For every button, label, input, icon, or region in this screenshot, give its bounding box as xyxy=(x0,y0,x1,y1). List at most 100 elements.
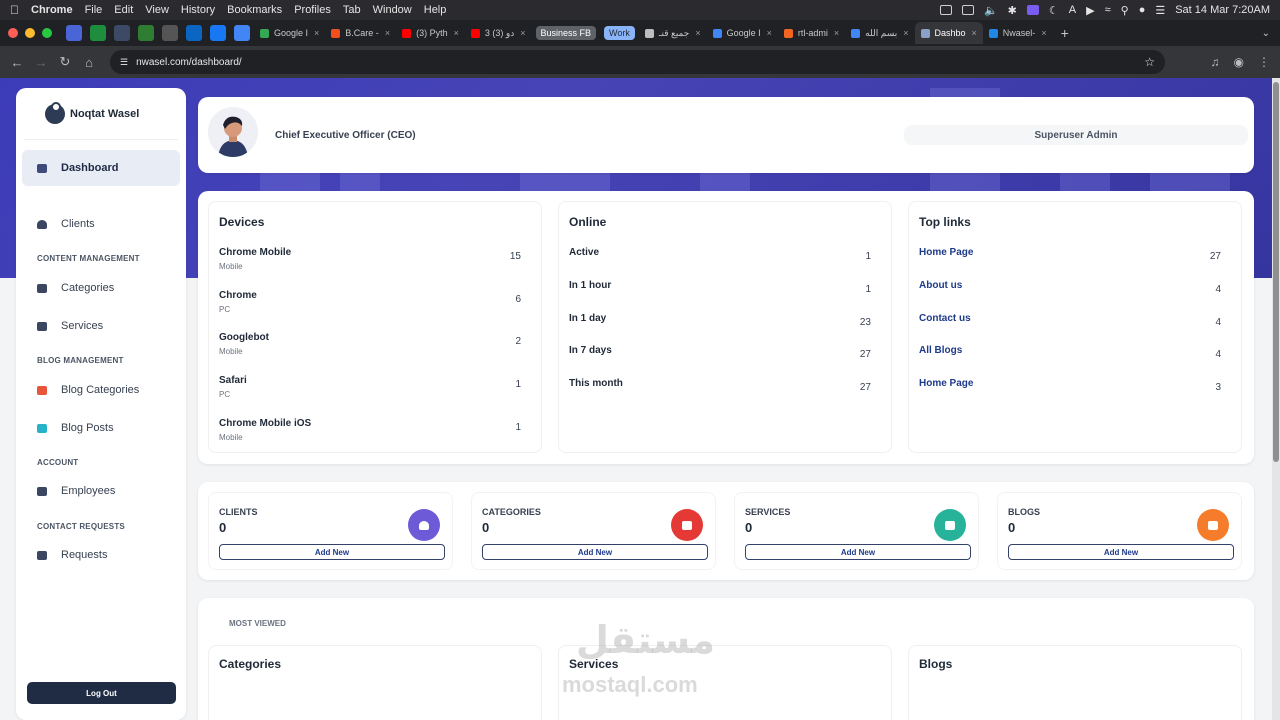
reload-icon[interactable]: ↻ xyxy=(58,54,72,70)
brand-logo-icon xyxy=(45,101,65,124)
site-info-icon[interactable]: ☰ xyxy=(120,57,128,68)
screen-icon[interactable] xyxy=(939,5,952,15)
browser-tab[interactable]: B.Care - × xyxy=(325,22,396,44)
close-tab-icon[interactable]: × xyxy=(972,28,977,38)
pinned-tab-sheets-icon[interactable] xyxy=(90,25,106,41)
pinned-tab-icon[interactable] xyxy=(138,25,154,41)
profile-avatar-icon[interactable]: ◉ xyxy=(1234,55,1244,69)
close-tab-icon[interactable]: × xyxy=(520,28,525,38)
user-name-badge[interactable]: Superuser Admin xyxy=(904,125,1248,145)
keyboard-input-icon[interactable]: A xyxy=(1069,4,1076,16)
avatar-illustration-icon xyxy=(208,107,258,157)
browser-tab[interactable]: Google I × xyxy=(707,22,778,44)
volume-icon[interactable]: 🔈 xyxy=(984,4,998,17)
logout-button[interactable]: Log Out xyxy=(27,682,176,704)
avatar[interactable] xyxy=(208,107,258,157)
menu-file[interactable]: File xyxy=(85,4,103,16)
brand[interactable]: Noqtat Wasel xyxy=(24,88,178,140)
close-tab-icon[interactable]: × xyxy=(834,28,839,38)
cloud-icon[interactable] xyxy=(961,5,974,15)
add-blog-button[interactable]: Add New xyxy=(1008,544,1234,560)
browser-tab[interactable]: جميع قنـ × xyxy=(639,22,707,44)
search-icon[interactable]: ⚲ xyxy=(1121,4,1129,17)
media-control-icon[interactable]: ♫ xyxy=(1211,55,1220,69)
more-menu-icon[interactable]: ⋮ xyxy=(1258,55,1270,69)
devices-title: Devices xyxy=(219,215,265,229)
apple-icon[interactable]:  xyxy=(10,3,19,17)
siri-icon[interactable]: ● xyxy=(1139,4,1146,16)
sidebar-item-clients[interactable]: Clients xyxy=(22,206,180,242)
sidebar-item-blog-categories[interactable]: Blog Categories xyxy=(22,370,180,410)
menu-profiles[interactable]: Profiles xyxy=(294,4,331,16)
close-window-button[interactable] xyxy=(8,28,18,38)
new-tab-icon[interactable]: + xyxy=(1061,25,1069,41)
datetime[interactable]: Sat 14 Mar 7:20AM xyxy=(1175,4,1270,16)
browser-tab[interactable]: Google I × xyxy=(254,22,325,44)
sidebar-item-blog-posts[interactable]: Blog Posts xyxy=(22,410,180,446)
bluetooth-icon[interactable]: ✱ xyxy=(1008,4,1017,17)
menu-app-name[interactable]: Chrome xyxy=(31,4,73,16)
forward-icon[interactable]: → xyxy=(34,55,48,70)
back-icon[interactable]: ← xyxy=(10,55,24,70)
browser-tab[interactable]: (3) Pyth × xyxy=(396,22,465,44)
add-service-button[interactable]: Add New xyxy=(745,544,971,560)
menu-history[interactable]: History xyxy=(181,4,215,16)
moon-icon[interactable]: ☾ xyxy=(1049,4,1059,17)
minimize-window-button[interactable] xyxy=(25,28,35,38)
close-tab-icon[interactable]: × xyxy=(1041,28,1046,38)
browser-tab-active[interactable]: Dashbo × xyxy=(914,22,983,44)
home-icon[interactable]: ⌂ xyxy=(82,55,96,70)
maximize-window-button[interactable] xyxy=(42,28,52,38)
sidebar-item-requests[interactable]: Requests xyxy=(22,536,180,574)
sidebar-item-services[interactable]: Services xyxy=(22,308,180,344)
screen-mirror-icon[interactable] xyxy=(1026,5,1039,15)
browser-tab[interactable]: بسم الله × xyxy=(845,22,914,44)
wifi-icon[interactable]: ≈ xyxy=(1105,4,1111,16)
url-field[interactable]: ☰ nwasel.com/dashboard/ ☆ xyxy=(110,50,1165,74)
browser-tab[interactable]: Nwasel- × xyxy=(983,22,1053,44)
tab-group-business-fb[interactable]: Business FB xyxy=(535,26,597,40)
top-link[interactable]: About us xyxy=(919,280,1221,291)
menu-bookmarks[interactable]: Bookmarks xyxy=(227,4,282,16)
tab-group-work[interactable]: Work xyxy=(604,26,635,40)
close-tab-icon[interactable]: × xyxy=(314,28,319,38)
top-link[interactable]: Home Page xyxy=(919,378,1221,389)
add-category-button[interactable]: Add New xyxy=(482,544,708,560)
bookmark-star-icon[interactable]: ☆ xyxy=(1144,55,1155,69)
close-tab-icon[interactable]: × xyxy=(385,28,390,38)
sidebar-item-dashboard[interactable]: Dashboard xyxy=(22,150,180,186)
close-tab-icon[interactable]: × xyxy=(767,28,772,38)
tab-search-chevron-icon[interactable]: ⌄ xyxy=(1262,28,1270,39)
pinned-tab-translate-icon[interactable] xyxy=(234,25,250,41)
pinned-tab-linkedin-icon[interactable] xyxy=(186,25,202,41)
pinned-tab-facebook-icon[interactable] xyxy=(210,25,226,41)
close-tab-icon[interactable]: × xyxy=(695,28,700,38)
browser-tab[interactable]: rtl-admi × xyxy=(778,22,845,44)
close-tab-icon[interactable]: × xyxy=(903,28,908,38)
browser-tab[interactable]: 3 (3) دو × xyxy=(465,22,532,44)
menu-window[interactable]: Window xyxy=(373,4,412,16)
url-text: nwasel.com/dashboard/ xyxy=(136,56,242,68)
play-icon[interactable]: ▶ xyxy=(1086,4,1094,17)
top-link[interactable]: All Blogs xyxy=(919,345,1221,356)
sidebar: Noqtat Wasel Dashboard Clients CONTENT M… xyxy=(16,88,186,720)
sidebar-item-employees[interactable]: Employees xyxy=(22,472,180,510)
pinned-tab-icon[interactable] xyxy=(66,25,82,41)
scrollbar-thumb[interactable] xyxy=(1273,82,1279,462)
menu-edit[interactable]: Edit xyxy=(114,4,133,16)
page-scrollbar[interactable] xyxy=(1272,78,1280,720)
close-tab-icon[interactable]: × xyxy=(454,28,459,38)
tab-strip: Google I × B.Care - × (3) Pyth × 3 (3) دو × … xyxy=(0,20,1280,46)
top-link[interactable]: Home Page xyxy=(919,247,1221,258)
add-client-button[interactable]: Add New xyxy=(219,544,445,560)
most-viewed-categories-card: Categories xyxy=(208,645,542,720)
sidebar-item-categories[interactable]: Categories xyxy=(22,268,180,308)
id-card-icon xyxy=(37,486,47,496)
top-link[interactable]: Contact us xyxy=(919,313,1221,324)
pinned-tab-icon[interactable] xyxy=(114,25,130,41)
menu-tab[interactable]: Tab xyxy=(343,4,361,16)
menu-help[interactable]: Help xyxy=(424,4,447,16)
menu-view[interactable]: View xyxy=(145,4,169,16)
control-center-icon[interactable]: ☰ xyxy=(1155,4,1165,17)
pinned-tab-instagram-icon[interactable] xyxy=(162,25,178,41)
